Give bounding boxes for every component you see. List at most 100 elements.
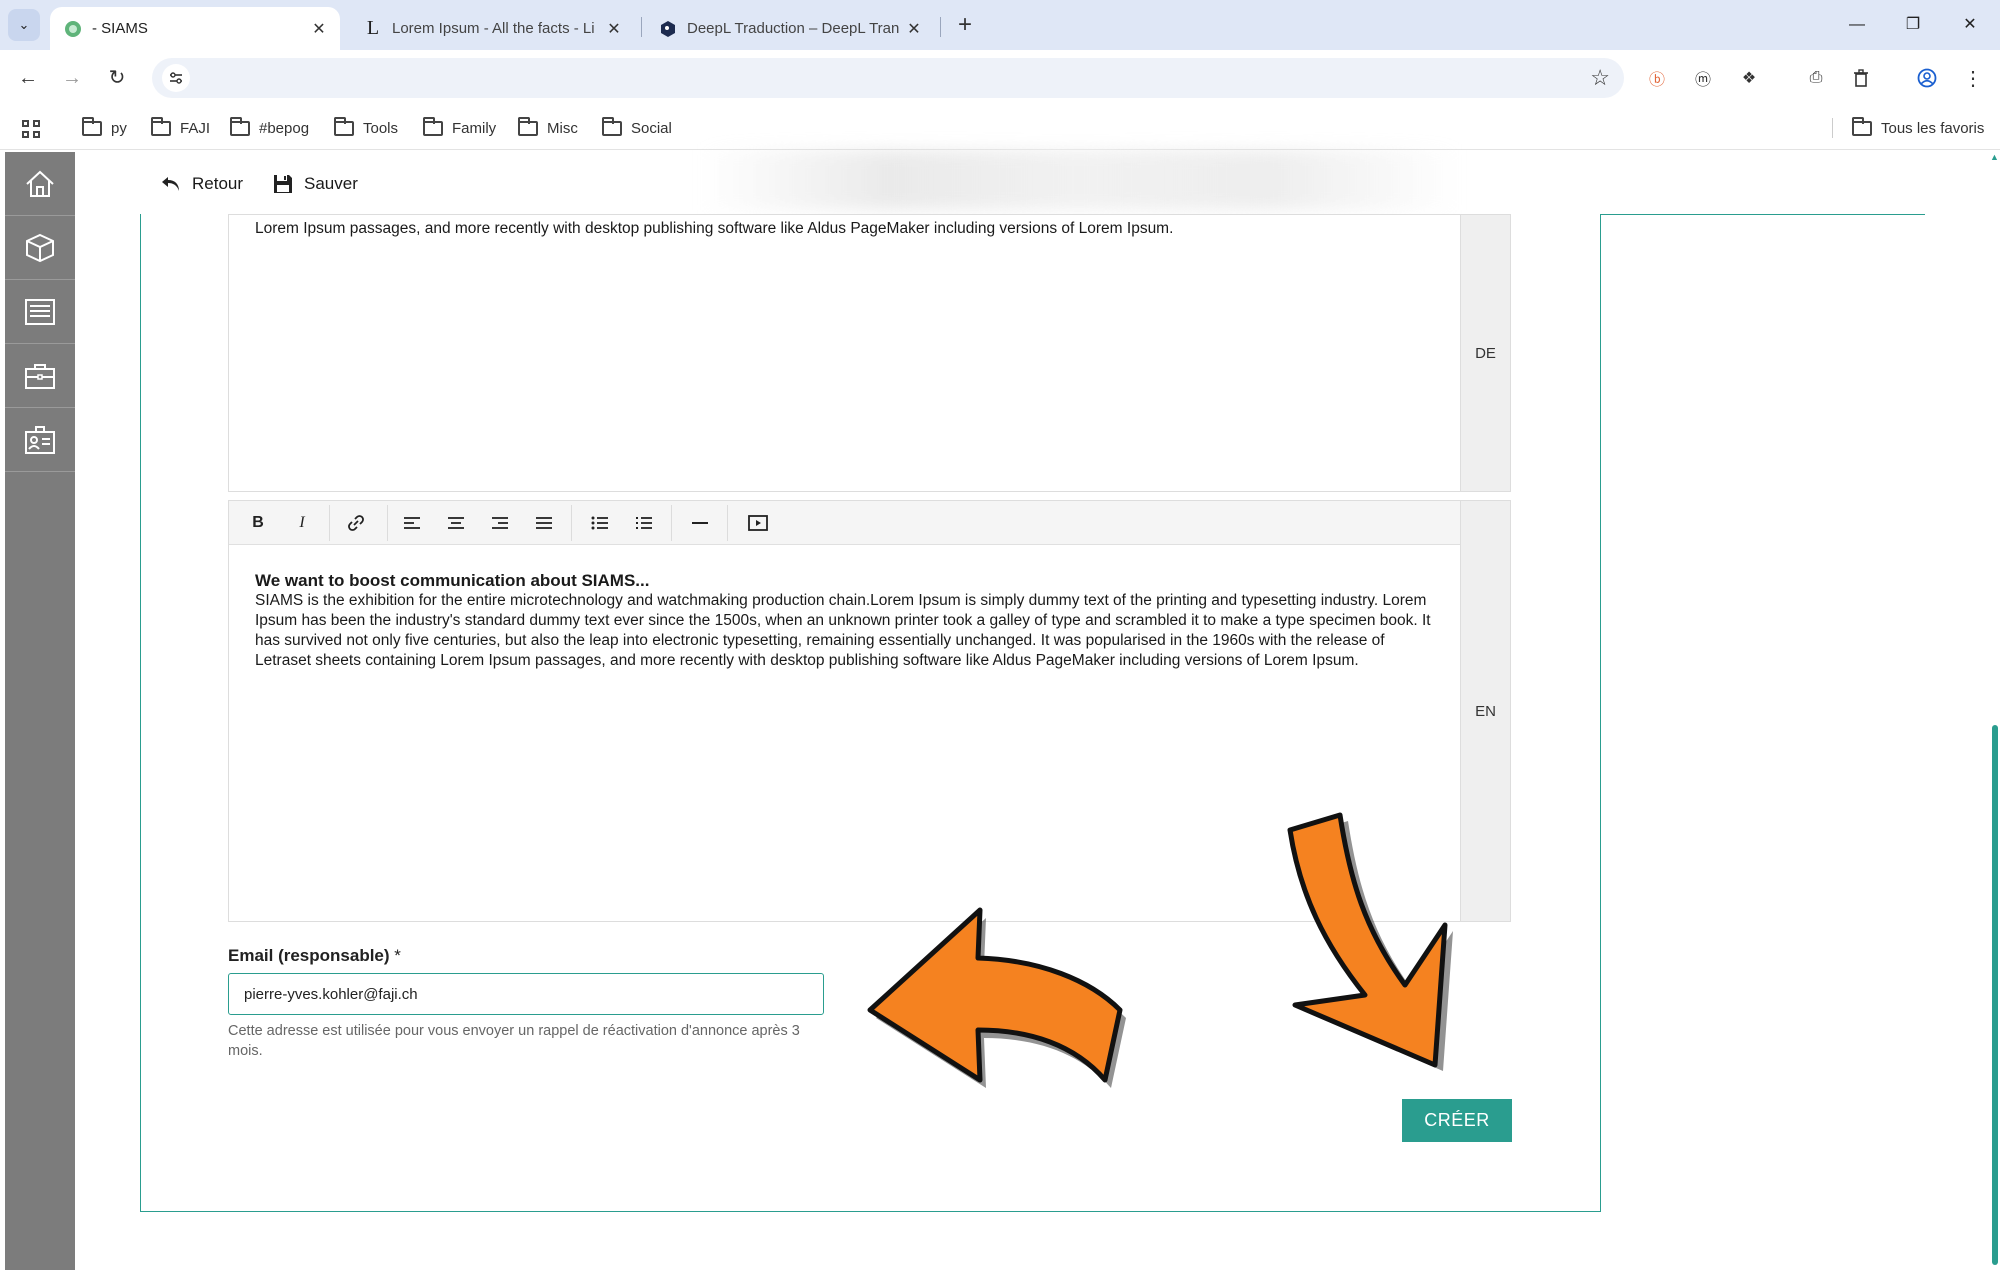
home-icon <box>26 170 54 197</box>
save-button[interactable]: Sauver <box>272 168 358 200</box>
undo-arrow-icon <box>162 177 179 191</box>
editor-en-heading: We want to boost communication about SIA… <box>255 571 650 590</box>
address-bar[interactable]: ☆ <box>152 58 1624 98</box>
folder-icon <box>151 116 171 136</box>
siams-favicon-icon <box>64 20 82 38</box>
extension-b-icon[interactable]: ⓑ <box>1644 65 1670 91</box>
bookmark-folder[interactable]: FAJI <box>151 116 210 140</box>
back-action-button[interactable]: Retour <box>160 168 243 200</box>
bookmark-label: Social <box>631 119 672 137</box>
close-window-button[interactable]: ✕ <box>1950 10 1990 40</box>
link-icon[interactable] <box>341 509 371 537</box>
language-label: DE <box>1475 344 1496 362</box>
briefcase-icon <box>25 363 55 389</box>
bookmark-folder[interactable]: Social <box>602 116 672 140</box>
tab-siams[interactable]: - SIAMS ✕ <box>50 7 340 50</box>
bookmark-label: py <box>111 119 127 137</box>
sidebar-item-contacts[interactable] <box>5 408 75 472</box>
close-tab-icon[interactable]: ✕ <box>601 19 627 39</box>
required-mark: * <box>394 946 401 965</box>
save-label: Sauver <box>304 174 358 193</box>
close-tab-icon[interactable]: ✕ <box>901 19 927 39</box>
editor-de-text: Lorem Ipsum passages, and more recently … <box>255 220 1174 237</box>
back-button[interactable]: ← <box>12 62 44 94</box>
tab-bar: ⌄ - SIAMS ✕ L Lorem Ipsum - All the fact… <box>0 0 2000 50</box>
sidebar-item-products[interactable] <box>5 216 75 280</box>
back-label: Retour <box>192 174 244 193</box>
extensions-puzzle-icon[interactable]: ❖ <box>1736 65 1762 91</box>
email-label-text: Email (responsable) <box>228 946 390 965</box>
language-label: EN <box>1475 702 1496 720</box>
print-icon[interactable]: ⎙ <box>1803 65 1829 91</box>
bookmark-folder[interactable]: Family <box>423 116 496 140</box>
trash-icon[interactable] <box>1848 65 1874 91</box>
tab-lorem-ipsum[interactable]: L Lorem Ipsum - All the facts - Li ✕ <box>350 7 635 50</box>
bookmarks-separator <box>1832 118 1833 138</box>
site-info-icon[interactable] <box>162 64 190 92</box>
bookmark-label: FAJI <box>180 119 211 137</box>
folder-icon <box>334 116 354 136</box>
email-field[interactable] <box>228 973 824 1015</box>
restore-button[interactable]: ❐ <box>1893 10 1933 40</box>
align-center-icon[interactable] <box>441 509 471 537</box>
tab-separator <box>940 17 941 37</box>
close-tab-icon[interactable]: ✕ <box>306 19 332 39</box>
tab-title: Lorem Ipsum - All the facts - Li <box>392 20 595 37</box>
editor-en-content[interactable]: We want to boost communication about SIA… <box>255 571 1434 671</box>
bookmark-folder[interactable]: Misc <box>518 116 578 140</box>
bookmarks-bar: py FAJI #bepog Tools Family Misc Social … <box>0 106 2000 150</box>
lorem-favicon-icon: L <box>366 17 380 39</box>
bookmark-folder[interactable]: #bepog <box>230 116 309 140</box>
bookmark-label: Tous les favoris <box>1881 119 1985 137</box>
extension-m-icon[interactable]: ⓜ <box>1690 65 1716 91</box>
toolbar-separator <box>329 505 330 541</box>
editor-en-body: SIAMS is the exhibition for the entire m… <box>255 592 1431 669</box>
tab-search-button[interactable]: ⌄ <box>8 9 40 41</box>
align-left-icon[interactable] <box>397 509 427 537</box>
tab-deepl[interactable]: DeepL Traduction – DeepL Tran ✕ <box>645 7 935 50</box>
apps-grid-icon[interactable] <box>22 120 40 138</box>
sidebar-item-jobs[interactable] <box>5 344 75 408</box>
create-button[interactable]: CRÉER <box>1402 1099 1512 1142</box>
blurred-header-area <box>700 150 1460 210</box>
all-bookmarks-folder[interactable]: Tous les favoris <box>1852 116 1984 140</box>
browser-toolbar: ← → ↻ ☆ ⓑ ⓜ ❖ ⎙ ⋮ <box>0 50 2000 106</box>
deepl-favicon-icon <box>659 20 677 38</box>
forward-button[interactable]: → <box>56 62 88 94</box>
bookmark-folder[interactable]: Tools <box>334 116 398 140</box>
bookmark-star-icon[interactable]: ☆ <box>1590 64 1610 92</box>
editor-de-content[interactable]: Lorem Ipsum passages, and more recently … <box>255 219 1434 239</box>
editor-toolbar: B I <box>229 501 1460 545</box>
new-tab-button[interactable]: + <box>950 10 980 40</box>
box-icon <box>26 233 54 262</box>
floppy-disk-icon <box>274 175 292 193</box>
horizontal-rule-icon[interactable] <box>685 509 715 537</box>
toolbar-separator <box>671 505 672 541</box>
language-tag-de: DE <box>1460 215 1510 491</box>
align-justify-icon[interactable] <box>529 509 559 537</box>
bullet-list-icon[interactable] <box>585 509 615 537</box>
numbered-list-icon[interactable] <box>629 509 659 537</box>
minimize-button[interactable]: — <box>1837 10 1877 40</box>
folder-icon <box>1852 116 1872 136</box>
sidebar-item-messages[interactable] <box>5 280 75 344</box>
reload-button[interactable]: ↻ <box>101 62 133 94</box>
folder-icon <box>602 116 622 136</box>
bold-icon[interactable]: B <box>243 509 273 537</box>
document-list-icon <box>25 298 55 325</box>
bookmark-folder[interactable]: py <box>82 116 127 140</box>
scroll-up-icon[interactable]: ▲ <box>1990 152 1999 162</box>
tab-separator <box>641 17 642 37</box>
embed-media-icon[interactable] <box>743 509 773 537</box>
profile-icon[interactable] <box>1914 65 1940 91</box>
toolbar-separator <box>571 505 572 541</box>
toolbar-separator <box>387 505 388 541</box>
toolbar-separator <box>727 505 728 541</box>
more-menu-icon[interactable]: ⋮ <box>1960 65 1986 91</box>
scrollbar-thumb[interactable] <box>1992 725 1998 1265</box>
italic-icon[interactable]: I <box>287 509 317 537</box>
orange-arrow-down-icon <box>1287 812 1453 1071</box>
bookmark-label: Tools <box>363 119 399 137</box>
align-right-icon[interactable] <box>485 509 515 537</box>
sidebar-item-home[interactable] <box>5 152 75 216</box>
